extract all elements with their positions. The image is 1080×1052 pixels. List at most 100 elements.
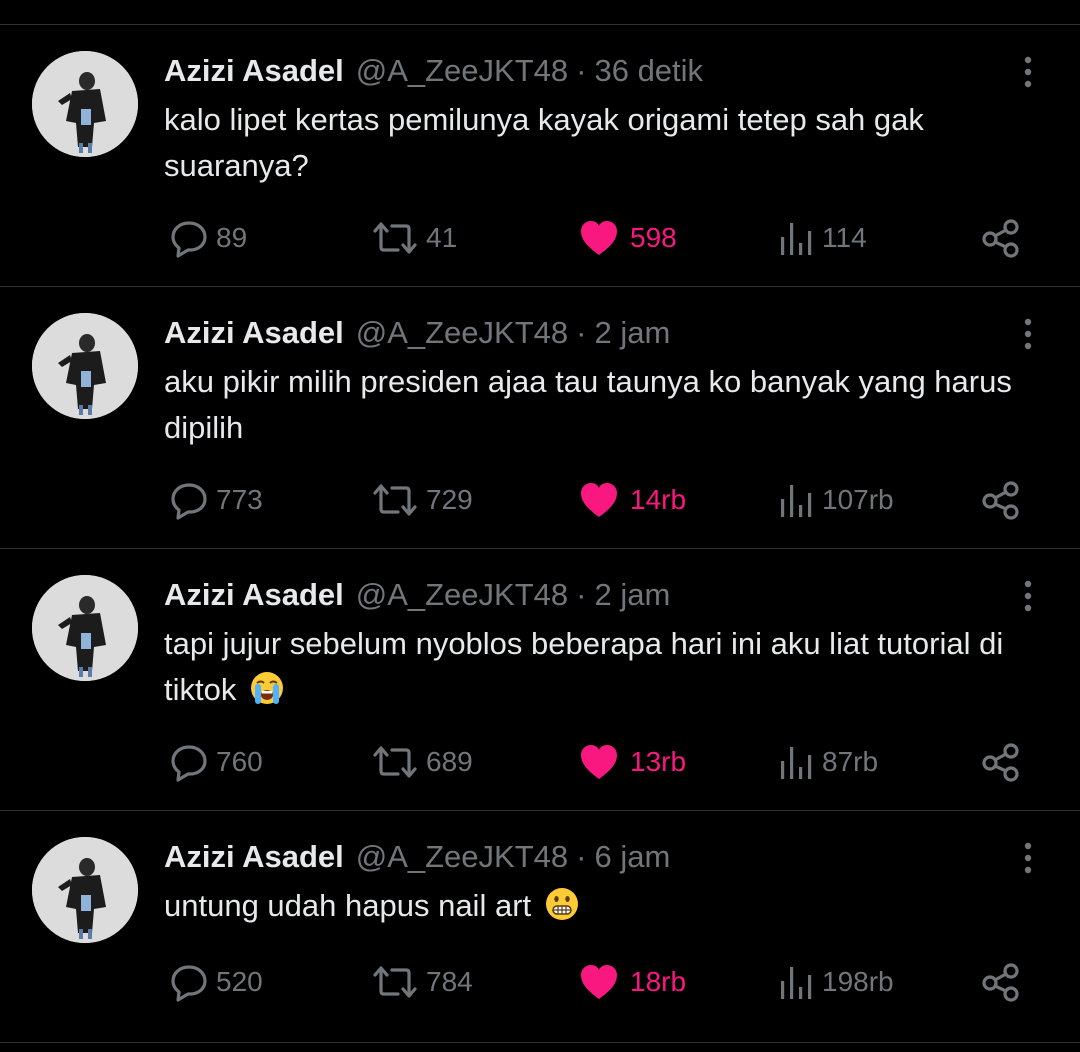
tweet[interactable]: Azizi Asadel @A_ZeeJKT48 · 36 detik kalo… <box>0 25 1080 287</box>
like-count: 13rb <box>630 746 687 777</box>
tweet-text-body: untung udah hapus nail art <box>164 888 532 923</box>
retweet-button[interactable]: 41 <box>370 213 457 263</box>
retweet-arrows-icon <box>373 746 417 778</box>
vertical-dots-icon <box>1024 580 1032 612</box>
more-options-button[interactable] <box>1016 317 1040 353</box>
share-button[interactable] <box>980 737 1022 787</box>
reply-button[interactable]: 773 <box>168 475 263 525</box>
tweet-text-body: kalo lipet kertas pemilunya kayak origam… <box>164 102 924 183</box>
retweet-button[interactable]: 689 <box>370 737 473 787</box>
timestamp[interactable]: 36 detik <box>594 53 703 89</box>
more-options-button[interactable] <box>1016 841 1040 877</box>
tweet-text: kalo lipet kertas pemilunya kayak origam… <box>164 97 1054 189</box>
author-handle[interactable]: @A_ZeeJKT48 <box>356 53 568 89</box>
share-nodes-icon <box>982 481 1019 520</box>
more-options-button[interactable] <box>1016 579 1040 615</box>
author-handle[interactable]: @A_ZeeJKT48 <box>356 315 568 351</box>
retweet-count: 41 <box>426 222 458 253</box>
more-options-button[interactable] <box>1016 55 1040 91</box>
tweet-text: untung udah hapus nail art <box>164 883 1054 935</box>
author-name[interactable]: Azizi Asadel <box>164 315 344 351</box>
like-count: 18rb <box>630 966 687 997</box>
timestamp[interactable]: 6 jam <box>594 839 670 875</box>
tweet[interactable]: Azizi Asadel @A_ZeeJKT48 · 2 jam tapi ju… <box>0 549 1080 811</box>
like-button[interactable]: 13rb <box>578 737 686 787</box>
avatar[interactable] <box>32 51 138 157</box>
tweet-header: Azizi Asadel @A_ZeeJKT48 · 36 detik <box>164 51 703 91</box>
author-handle[interactable]: @A_ZeeJKT48 <box>356 577 568 613</box>
share-nodes-icon <box>982 219 1019 258</box>
avatar[interactable] <box>32 837 138 943</box>
separator-dot: · <box>576 839 587 874</box>
heart-icon <box>581 483 617 517</box>
views-button[interactable]: 114 <box>776 213 867 263</box>
share-button[interactable] <box>980 213 1022 263</box>
reply-button[interactable]: 520 <box>168 957 263 1007</box>
avatar[interactable] <box>32 313 138 419</box>
author-name[interactable]: Azizi Asadel <box>164 577 344 613</box>
heart-icon <box>581 221 617 255</box>
avatar-image <box>32 837 138 943</box>
views-count: 114 <box>822 222 867 253</box>
tweet-header: Azizi Asadel @A_ZeeJKT48 · 2 jam <box>164 575 670 615</box>
vertical-dots-icon <box>1024 842 1032 874</box>
reply-button[interactable]: 760 <box>168 737 263 787</box>
avatar-image <box>32 575 138 681</box>
views-button[interactable]: 107rb <box>776 475 894 525</box>
bar-chart-icon <box>781 485 812 517</box>
tweet-actions: 760 689 13rb 87rb <box>0 737 1080 787</box>
loudly-crying-face-emoji <box>249 670 285 719</box>
retweet-count: 784 <box>426 966 473 997</box>
like-button[interactable]: 598 <box>578 213 677 263</box>
views-button[interactable]: 87rb <box>776 737 878 787</box>
author-handle[interactable]: @A_ZeeJKT48 <box>356 839 568 875</box>
speech-bubble-icon <box>171 745 207 782</box>
share-nodes-icon <box>982 963 1019 1002</box>
speech-bubble-icon <box>171 221 207 258</box>
bar-chart-icon <box>781 967 812 999</box>
timestamp[interactable]: 2 jam <box>594 577 670 613</box>
views-count: 198rb <box>822 966 894 997</box>
tweet-actions: 773 729 14rb 107rb <box>0 475 1080 525</box>
avatar-image <box>32 313 138 419</box>
heart-icon <box>581 965 617 999</box>
reply-count: 89 <box>216 222 248 253</box>
author-name[interactable]: Azizi Asadel <box>164 839 344 875</box>
tweet-actions: 89 41 598 114 <box>0 213 1080 263</box>
speech-bubble-icon <box>171 483 207 520</box>
avatar[interactable] <box>32 575 138 681</box>
tweet-header: Azizi Asadel @A_ZeeJKT48 · 6 jam <box>164 837 670 877</box>
timestamp[interactable]: 2 jam <box>594 315 670 351</box>
grimacing-face-icon <box>545 888 578 920</box>
retweet-button[interactable]: 784 <box>370 957 473 1007</box>
tweet-text: tapi jujur sebelum nyoblos beberapa hari… <box>164 621 1054 719</box>
like-button[interactable]: 18rb <box>578 957 686 1007</box>
tweet-actions: 520 784 18rb 198rb <box>0 957 1080 1007</box>
tweet-header: Azizi Asadel @A_ZeeJKT48 · 2 jam <box>164 313 670 353</box>
like-button[interactable]: 14rb <box>578 475 686 525</box>
share-nodes-icon <box>982 743 1019 782</box>
views-count: 87rb <box>822 746 879 777</box>
author-name[interactable]: Azizi Asadel <box>164 53 344 89</box>
reply-button[interactable]: 89 <box>168 213 247 263</box>
share-button[interactable] <box>980 957 1022 1007</box>
loudly-crying-face-icon <box>250 672 283 704</box>
vertical-dots-icon <box>1024 56 1032 88</box>
vertical-dots-icon <box>1024 318 1032 350</box>
reply-count: 760 <box>216 746 263 777</box>
reply-count: 520 <box>216 966 263 997</box>
retweet-arrows-icon <box>373 484 417 516</box>
bar-chart-icon <box>781 223 812 255</box>
tweet-feed: Azizi Asadel @A_ZeeJKT48 · 36 detik kalo… <box>0 24 1080 1043</box>
retweet-count: 689 <box>426 746 473 777</box>
retweet-arrows-icon <box>373 966 417 998</box>
tweet-text-body: aku pikir milih presiden ajaa tau taunya… <box>164 364 1012 445</box>
grimacing-face-emoji <box>544 886 580 935</box>
retweet-button[interactable]: 729 <box>370 475 473 525</box>
share-button[interactable] <box>980 475 1022 525</box>
views-count: 107rb <box>822 484 894 515</box>
separator-dot: · <box>576 577 587 612</box>
tweet[interactable]: Azizi Asadel @A_ZeeJKT48 · 2 jam aku pik… <box>0 287 1080 549</box>
views-button[interactable]: 198rb <box>776 957 894 1007</box>
tweet[interactable]: Azizi Asadel @A_ZeeJKT48 · 6 jam untung … <box>0 811 1080 1043</box>
